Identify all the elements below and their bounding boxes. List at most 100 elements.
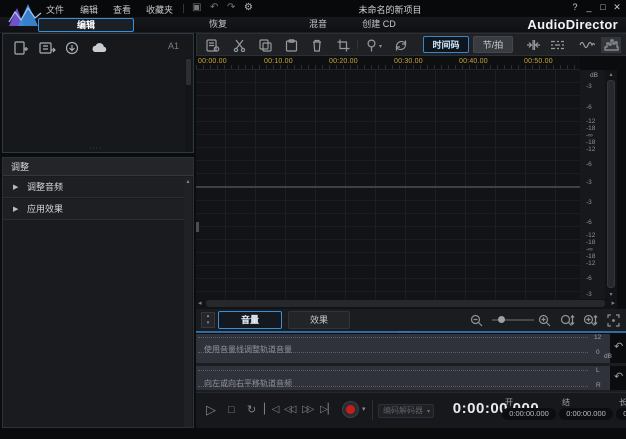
pan-line-left [198, 370, 588, 371]
scroll-down-icon[interactable]: ▾ [605, 291, 617, 298]
scroll-left-icon[interactable]: ◂ [198, 299, 202, 309]
lane-divider[interactable]: ···· [196, 329, 626, 335]
title-bar: 文件 编辑 查看 收藏夹 ▣ ↶ ↷ ⚙ 未命名的新项目 ? _ □ ✕ [0, 0, 626, 17]
fast-forward-button[interactable]: ▷▷ [302, 402, 315, 418]
db-label: -6 [586, 161, 592, 168]
keyframe-panel-icon[interactable] [547, 37, 567, 53]
ruler-tick: 00:10.00 [264, 58, 293, 65]
brand-logo-text: AudioDirector [527, 17, 618, 32]
download-clips-icon[interactable] [65, 41, 83, 55]
adjust-panel: 调整 ▶ 调整音频 ▶ 应用效果 ▴ [2, 157, 194, 428]
zoom-out-icon[interactable] [468, 313, 486, 327]
minimize-button[interactable]: _ [582, 2, 596, 12]
loop-button[interactable]: ↻ [247, 402, 256, 418]
shrink-waveform-icon[interactable] [523, 37, 543, 53]
stop-button[interactable]: □ [228, 402, 235, 418]
zoom-in-icon[interactable] [536, 313, 554, 327]
playhead-marker[interactable] [196, 222, 199, 232]
cut-icon[interactable] [229, 37, 249, 53]
capture-icon[interactable]: ▣ [192, 2, 201, 14]
menu-favorites[interactable]: 收藏夹 [146, 3, 173, 16]
channel-right[interactable] [196, 188, 580, 299]
beats-mode-button[interactable]: 节/拍 [473, 36, 513, 53]
reset-volume-icon[interactable]: ↶ [614, 340, 623, 353]
import-audio-icon[interactable] [13, 41, 31, 55]
spectral-view-icon[interactable] [601, 37, 621, 53]
adjust-audio-item[interactable]: ▶ 调整音频 [3, 177, 186, 198]
menu-file[interactable]: 文件 [46, 3, 64, 16]
scroll-up-icon[interactable]: ▴ [605, 71, 617, 78]
tab-volume[interactable]: 音量 [218, 311, 282, 329]
panel-resize-handle[interactable]: ···· [89, 145, 102, 152]
copy-icon[interactable] [255, 37, 275, 53]
volume-lane[interactable]: 使用音量线调整轨道音量 [196, 334, 610, 363]
db-label: -12 [586, 146, 596, 153]
menu-edit[interactable]: 编辑 [80, 3, 98, 16]
marker-icon[interactable] [361, 37, 381, 53]
vertical-zoom-out-icon[interactable] [558, 313, 576, 327]
scroll-up-icon[interactable]: ▴ [184, 178, 192, 185]
delete-icon[interactable] [307, 37, 327, 53]
close-button[interactable]: ✕ [610, 2, 624, 13]
collapse-lanes-button[interactable]: ▴ ▾ [201, 312, 215, 328]
maximize-button[interactable]: □ [596, 2, 610, 12]
pan-scale-right: R [596, 382, 601, 389]
play-button[interactable]: ▷ [206, 402, 216, 418]
paste-icon[interactable] [281, 37, 301, 53]
record-dropdown-icon[interactable]: ▾ [362, 405, 366, 413]
adjust-scrollbar[interactable]: ▴ [184, 177, 192, 427]
skip-to-start-button[interactable]: ▏◁ [264, 402, 279, 418]
timecode-mode-button[interactable]: 时间码 [423, 36, 469, 53]
apply-effects-item[interactable]: ▶ 应用效果 [3, 199, 186, 220]
end-value[interactable]: 0:00:00.000 [559, 408, 613, 420]
pan-lane[interactable]: 向左或向右平移轨道音频 [196, 366, 610, 390]
undo-icon[interactable]: ↶ [210, 2, 218, 14]
timeline-ruler[interactable]: 00:00.00 00:10.00 00:20.00 00:30.00 00:4… [196, 56, 580, 70]
expand-arrow-icon: ▶ [13, 206, 19, 213]
convert-icon[interactable] [391, 37, 411, 53]
trim-icon[interactable] [333, 37, 353, 53]
marker-dropdown-icon[interactable]: ▾ [379, 43, 382, 50]
tab-edit[interactable]: 编辑 [38, 18, 134, 32]
redo-icon[interactable]: ↷ [227, 2, 235, 14]
start-value[interactable]: 0:00:00.000 [502, 408, 556, 420]
toolbar-separator [183, 4, 184, 13]
tab-mix[interactable]: 混音 [292, 18, 344, 32]
waveform-view-icon[interactable] [577, 37, 597, 53]
length-value[interactable]: 0:00:00.000 [616, 408, 626, 420]
record-button[interactable] [342, 401, 359, 418]
vertical-zoom-in-icon[interactable] [581, 313, 599, 327]
horizontal-scrollbar[interactable]: ◂ ▸ [196, 299, 617, 309]
properties-icon[interactable] [203, 37, 223, 53]
library-scrollbar[interactable] [185, 58, 192, 152]
ruler-tick: 00:40.00 [459, 58, 488, 65]
sort-dropdown[interactable]: A1 [168, 41, 179, 51]
hscroll-thumb[interactable] [206, 300, 605, 307]
vscroll-thumb[interactable] [607, 80, 615, 288]
waveform-editor[interactable] [196, 70, 580, 299]
fit-to-window-icon[interactable] [604, 313, 622, 327]
scroll-right-icon[interactable]: ▸ [611, 299, 615, 309]
tab-restore[interactable]: 恢复 [192, 18, 244, 32]
zoom-slider-knob[interactable] [498, 316, 505, 323]
skip-to-end-button[interactable]: ▷▏ [320, 402, 335, 418]
status-strip [0, 428, 626, 439]
settings-gear-icon[interactable]: ⚙ [244, 2, 253, 14]
channel-left[interactable] [196, 70, 580, 186]
collapse-down-icon: ▾ [206, 320, 210, 326]
apply-effects-label: 应用效果 [27, 204, 64, 214]
codec-dropdown[interactable]: 编码解码器 ▾ [378, 404, 434, 418]
cloud-icon[interactable] [91, 41, 109, 55]
vertical-scrollbar[interactable]: ▴ ▾ [605, 70, 617, 299]
zoom-slider[interactable] [492, 316, 534, 323]
tab-create-cd[interactable]: 创建 CD [348, 18, 410, 32]
record-dot-icon [346, 405, 355, 414]
reset-pan-icon[interactable]: ↶ [614, 370, 623, 383]
tab-effect[interactable]: 效果 [288, 311, 350, 329]
codec-label: 编码解码器 [383, 406, 423, 415]
import-media-icon[interactable] [39, 41, 57, 55]
db-label: -3 [586, 199, 592, 206]
help-button[interactable]: ? [568, 2, 582, 12]
menu-view[interactable]: 查看 [113, 3, 131, 16]
rewind-button[interactable]: ◁◁ [284, 402, 297, 418]
